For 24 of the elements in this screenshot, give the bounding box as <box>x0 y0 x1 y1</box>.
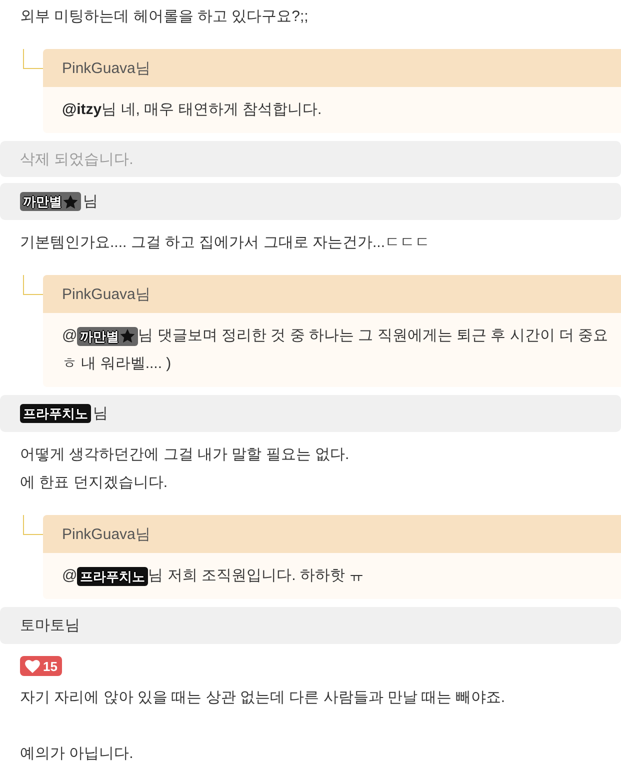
reply-text: 님 댓글보며 정리한 것 중 하나는 그 직원에게는 퇴근 후 시간이 더 중요 <box>138 327 608 344</box>
reply-text: 님 저희 조직원입니다. 하하핫 ㅠ <box>148 567 364 584</box>
reply-author: PinkGuava님 <box>62 58 150 78</box>
reply-author: PinkGuava님 <box>62 284 150 304</box>
reply-text: ㅎ 내 워라벨.... ) <box>62 355 172 372</box>
nickname-text: 까만별 <box>80 328 120 346</box>
comment-text: 어떻게 생각하던간에 그걸 내가 말할 필요는 없다. 에 한표 던지겠습니다. <box>19 445 350 493</box>
honorific-text: 님 <box>93 404 108 423</box>
deleted-notice: 삭제 되었습니다. <box>20 150 134 168</box>
like-button[interactable]: 15 <box>20 656 62 676</box>
author-name: 토마토님 <box>20 616 80 635</box>
reply-text: @itzy님 네, 매우 태연하게 참석합니다. <box>62 101 322 118</box>
reply-author: PinkGuava님 <box>62 524 150 544</box>
comment-text: 외부 미팅하는데 헤어롤을 하고 있다구요?;; <box>19 7 310 27</box>
reply-text: @ <box>62 567 78 584</box>
comment-text: 자기 자리에 앉아 있을 때는 상관 없는데 다른 사람들과 만날 때는 빼야죠. <box>19 688 506 708</box>
nickname-badge[interactable]: 까만별 <box>20 192 81 211</box>
comment-text: 기본템인가요.... 그걸 하고 집에가서 그대로 자는건가...ㄷㄷㄷ <box>19 233 432 253</box>
nickname-text: 까만별 <box>23 193 62 211</box>
heart-icon <box>25 660 40 672</box>
honorific-text: 님 <box>83 192 98 211</box>
reply-text: @ <box>62 327 78 344</box>
nickname-badge[interactable]: 까만별 <box>77 326 138 346</box>
comment-text: 예의가 아닙니다. <box>19 744 134 764</box>
